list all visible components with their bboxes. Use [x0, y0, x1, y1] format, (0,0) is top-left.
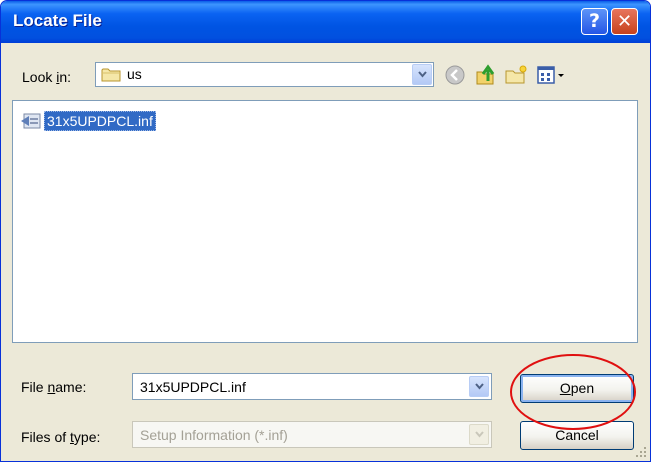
- file-name-dropdown-button[interactable]: [469, 376, 489, 397]
- files-of-type-label: Files of type:: [21, 429, 100, 445]
- setup-information-file-icon: [21, 113, 41, 129]
- view-menu-icon[interactable]: [535, 62, 567, 88]
- up-one-level-icon[interactable]: [473, 62, 499, 88]
- chevron-down-icon: [475, 383, 484, 390]
- file-name-label-prefix: File: [21, 379, 48, 395]
- window-title: Locate File: [13, 11, 102, 30]
- title-bar[interactable]: Locate File ? ✕: [1, 1, 650, 43]
- folder-icon: [101, 68, 121, 82]
- file-name[interactable]: 31x5UPDPCL.inf: [44, 111, 156, 131]
- look-in-dropdown[interactable]: us: [95, 62, 434, 87]
- files-of-type-dropdown: Setup Information (*.inf): [132, 421, 492, 448]
- look-in-dropdown-button[interactable]: [412, 64, 432, 85]
- files-of-type-value: Setup Information (*.inf): [140, 427, 288, 443]
- chevron-down-icon: [475, 431, 484, 438]
- resize-grip-icon[interactable]: [635, 446, 647, 458]
- file-name-combobox[interactable]: 31x5UPDPCL.inf: [132, 373, 492, 400]
- files-of-type-label-prefix: Files of: [21, 429, 71, 445]
- files-of-type-label-suffix: ype:: [73, 429, 101, 445]
- look-in-label-prefix: Look: [22, 69, 57, 85]
- help-button[interactable]: ?: [581, 8, 608, 35]
- new-folder-icon[interactable]: [503, 62, 529, 88]
- look-in-value: us: [127, 66, 142, 82]
- look-in-label-suffix: n:: [59, 69, 72, 85]
- open-button-mnemonic: O: [559, 380, 571, 396]
- chevron-down-icon: [418, 71, 427, 78]
- file-name-label-suffix: ame:: [55, 379, 87, 395]
- file-list[interactable]: 31x5UPDPCL.inf: [12, 100, 638, 343]
- files-of-type-dropdown-button: [469, 424, 489, 445]
- locate-file-dialog: Locate File ? ✕ Look in: us 31x5UPDPCL.i…: [0, 0, 651, 462]
- close-button[interactable]: ✕: [611, 8, 638, 35]
- back-arrow-icon[interactable]: [442, 62, 468, 88]
- file-name-input[interactable]: 31x5UPDPCL.inf: [140, 379, 246, 395]
- file-name-label: File name:: [21, 379, 86, 395]
- cancel-button[interactable]: Cancel: [520, 421, 634, 450]
- open-button-label: pen: [570, 380, 595, 396]
- look-in-label: Look in:: [22, 69, 71, 85]
- open-button[interactable]: Open: [520, 374, 634, 403]
